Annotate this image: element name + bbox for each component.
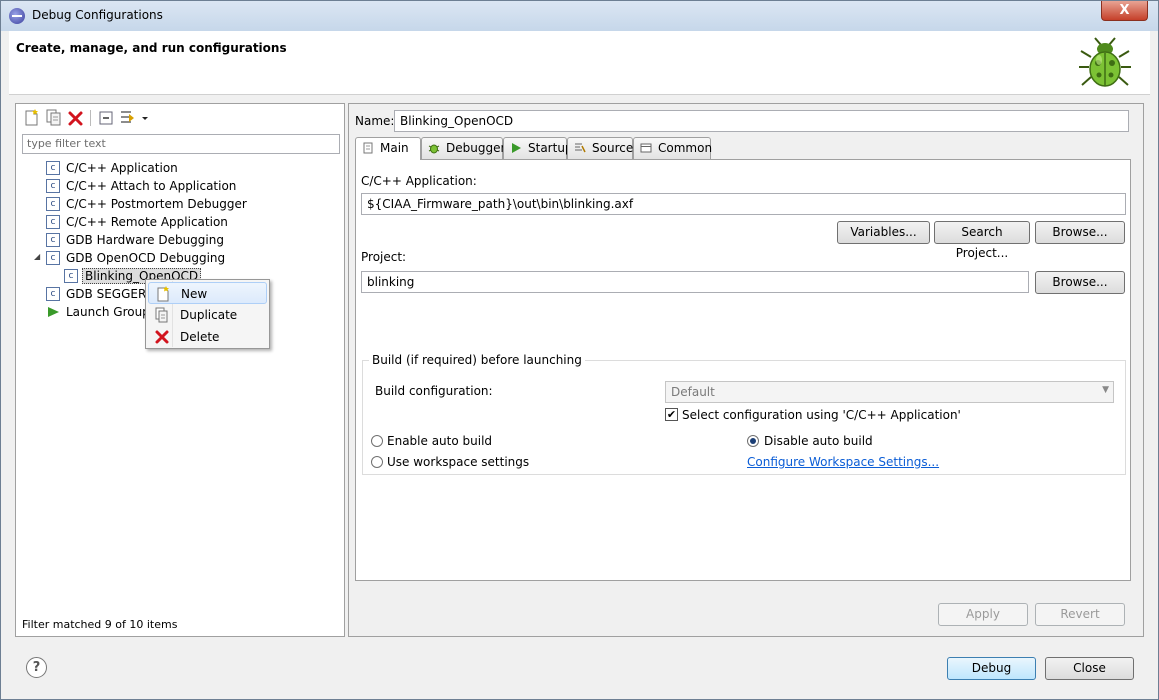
tab-startup[interactable]: Startup [503,137,573,159]
collapse-all-icon[interactable] [96,108,116,128]
dialog-header: Create, manage, and run configurations [9,31,1150,95]
filter-status: Filter matched 9 of 10 items [22,618,178,631]
build-config-label: Build configuration: [375,384,493,398]
startup-tab-icon [512,143,521,153]
main-tab-icon [363,142,373,154]
context-menu: New Duplicate Delete [145,279,270,349]
c-icon: c [46,179,60,193]
menu-item-duplicate[interactable]: Duplicate [148,304,267,326]
expand-arrow-icon[interactable]: ◢ [34,252,40,261]
browse-app-button[interactable]: Browse... [1035,221,1125,244]
use-workspace-label: Use workspace settings [387,455,530,469]
chevron-down-icon: ▼ [1102,385,1109,395]
app-path-input[interactable]: ${CIAA_Firmware_path}\out\bin\blinking.a… [361,193,1126,215]
bug-icon [1079,37,1131,87]
eclipse-icon [9,8,25,24]
menu-item-delete[interactable]: Delete [148,326,267,348]
disable-auto-build-label: Disable auto build [764,434,873,448]
duplicate-config-icon[interactable] [44,108,64,128]
toolbar-separator [90,110,91,126]
launch-icon [48,307,59,317]
name-input[interactable]: Blinking_OpenOCD [394,110,1129,132]
delete-config-icon[interactable] [66,108,86,128]
menu-item-new[interactable]: New [148,282,267,304]
configure-workspace-link[interactable]: Configure Workspace Settings... [747,455,939,469]
source-tab-icon [575,143,586,153]
window-close-button[interactable]: X [1101,1,1148,21]
header-title: Create, manage, and run configurations [16,41,287,55]
enable-auto-build-radio[interactable] [371,435,383,447]
build-group-title: Build (if required) before launching [369,353,585,367]
c-icon: c [64,269,78,283]
new-config-icon[interactable] [22,108,42,128]
app-label: C/C++ Application: [361,174,477,188]
use-workspace-radio[interactable] [371,456,383,468]
window-title: Debug Configurations [32,8,163,22]
title-bar[interactable]: Debug Configurations X [1,1,1158,31]
browse-project-button[interactable]: Browse... [1035,271,1125,294]
configuration-editor: Name: Blinking_OpenOCD Main Debugger Sta… [348,103,1144,637]
help-icon[interactable]: ? [26,657,47,678]
close-button[interactable]: Close [1045,657,1134,680]
debug-configurations-window: Debug Configurations X Create, manage, a… [0,0,1159,700]
enable-auto-build-label: Enable auto build [387,434,493,448]
tab-main[interactable]: Main [355,137,421,160]
name-label: Name: [355,114,395,128]
revert-button[interactable]: Revert [1035,603,1125,626]
tab-source[interactable]: Source [567,137,633,159]
common-tab-icon [640,143,652,153]
build-config-select[interactable]: Default ▼ [665,381,1114,403]
search-project-button[interactable]: Search Project... [934,221,1030,260]
c-icon: c [46,161,60,175]
delete-icon [155,330,169,344]
disable-auto-build-radio[interactable] [747,435,759,447]
c-icon: c [46,233,60,247]
duplicate-icon [155,307,168,323]
tab-debugger[interactable]: Debugger [421,137,505,159]
project-label: Project: [361,250,407,264]
debugger-tab-icon [428,144,440,154]
new-icon [157,286,169,302]
main-tab-content: C/C++ Application: ${CIAA_Firmware_path}… [355,159,1131,581]
c-icon: c [46,251,60,265]
filter-input[interactable]: type filter text [22,134,340,154]
select-config-checkbox[interactable]: ✔ [665,408,678,421]
c-icon: c [46,287,60,301]
apply-button[interactable]: Apply [938,603,1028,626]
variables-button[interactable]: Variables... [837,221,930,244]
build-group: Build (if required) before launching Bui… [362,353,1126,475]
tab-common[interactable]: Common [633,137,712,159]
c-icon: c [46,215,60,229]
debug-button[interactable]: Debug [947,657,1036,680]
c-icon: c [46,197,60,211]
select-config-label: Select configuration using 'C/C++ Applic… [682,408,961,422]
project-input[interactable]: blinking [361,271,1029,293]
configuration-list-panel: type filter text c C/C++ Application c C… [15,103,345,637]
filter-menu-icon[interactable] [118,108,150,128]
